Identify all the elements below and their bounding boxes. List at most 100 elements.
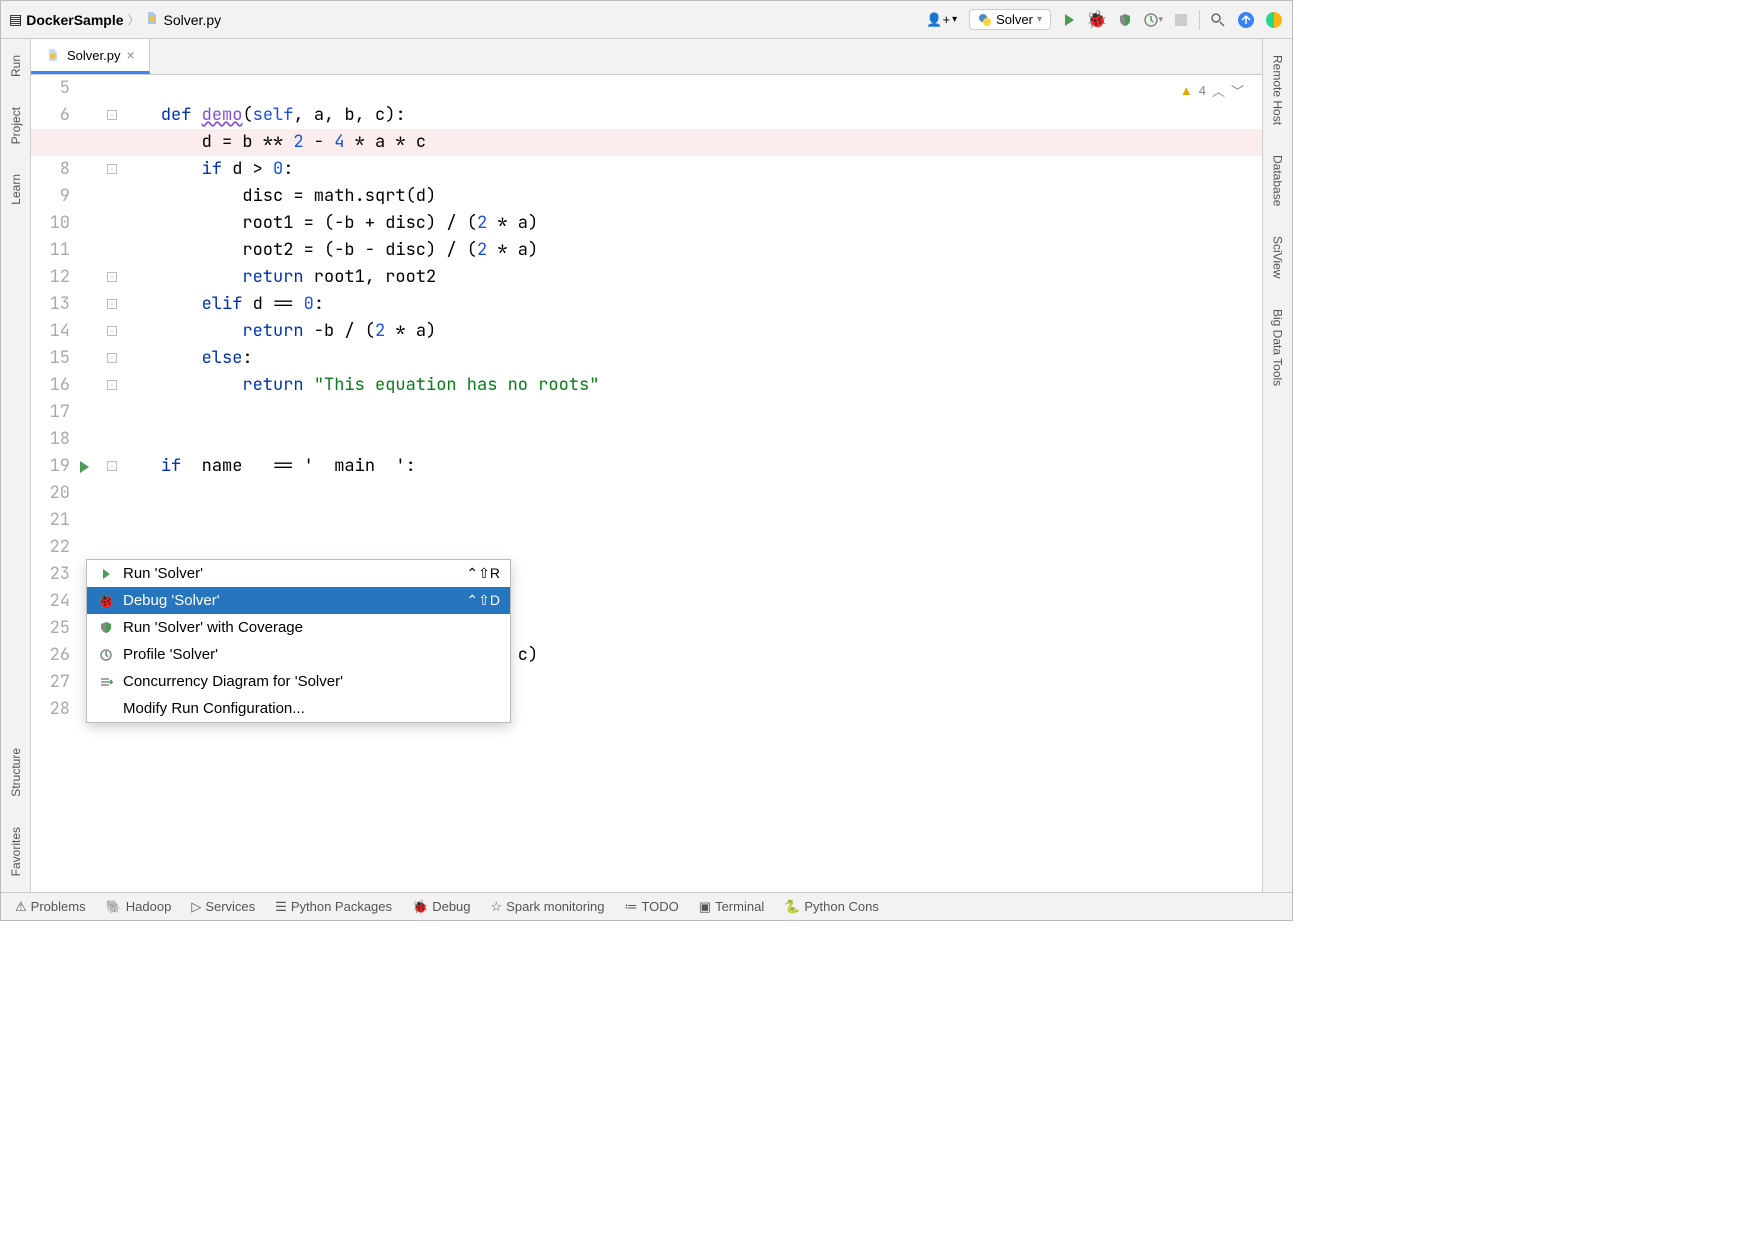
tool-run[interactable]: Run: [9, 51, 23, 81]
fold-marker-icon[interactable]: [107, 326, 117, 336]
menu-item-label: Run 'Solver' with Coverage: [123, 619, 500, 636]
bug-icon: 🐞: [1086, 10, 1107, 30]
code-line[interactable]: disc = math.sqrt(d): [120, 183, 1262, 210]
editor-area: Solver.py × ▲4 ︿ ﹀ 567891011121314151617…: [31, 39, 1262, 892]
breadcrumb[interactable]: ▤ DockerSample 〉 Solver.py: [9, 10, 221, 29]
editor-tab-solver[interactable]: Solver.py ×: [31, 39, 150, 74]
gutter-line-numbers[interactable]: 5678910111213141516171819202122232425262…: [31, 75, 76, 892]
fold-marker-icon[interactable]: [107, 110, 117, 120]
code-line[interactable]: [120, 75, 1262, 102]
tool-services[interactable]: ▷Services: [191, 899, 255, 915]
code-line[interactable]: return root1, root2: [120, 264, 1262, 291]
fold-marker-icon[interactable]: [107, 164, 117, 174]
code-line[interactable]: return "This equation has no roots": [120, 372, 1262, 399]
code-line[interactable]: [120, 426, 1262, 453]
code-line[interactable]: return -b / (2 * a): [120, 318, 1262, 345]
menu-item-label: Profile 'Solver': [123, 646, 500, 663]
bottom-tool-stripe: ⚠Problems 🐘Hadoop ▷Services ☰Python Pack…: [1, 892, 1292, 920]
run-gutter-icon[interactable]: [80, 461, 89, 473]
code-line[interactable]: [120, 507, 1262, 534]
tool-spark[interactable]: ☆Spark monitoring: [491, 899, 605, 915]
code-line[interactable]: if name == ' main ':: [120, 453, 1262, 480]
tool-python-console[interactable]: 🐍Python Cons: [784, 899, 879, 915]
run-config-label: Solver: [996, 12, 1033, 27]
update-button[interactable]: [1236, 10, 1256, 30]
debug-icon: 🐞: [97, 592, 115, 610]
coverage-icon: [1117, 12, 1133, 28]
run-button[interactable]: [1059, 10, 1079, 30]
run-configuration-selector[interactable]: Solver ▾: [969, 9, 1051, 30]
tool-database[interactable]: Database: [1271, 151, 1285, 210]
code-editor[interactable]: ▲4 ︿ ﹀ 567891011121314151617181920212223…: [31, 75, 1262, 892]
stop-button[interactable]: [1171, 10, 1191, 30]
warning-count: 4: [1199, 83, 1206, 98]
tool-python-packages[interactable]: ☰Python Packages: [275, 899, 392, 915]
menu-item[interactable]: Run 'Solver' with Coverage: [87, 614, 510, 641]
code-line[interactable]: if d > 0:: [120, 156, 1262, 183]
fold-marker-icon[interactable]: [107, 272, 117, 282]
fold-marker-icon[interactable]: [107, 353, 117, 363]
context-menu: Run 'Solver'⌃⇧R🐞Debug 'Solver'⌃⇧DRun 'So…: [86, 559, 511, 723]
tool-remote-host[interactable]: Remote Host: [1271, 51, 1285, 129]
gutter-icons[interactable]: [76, 75, 106, 892]
packages-icon: ☰: [275, 899, 287, 915]
close-icon[interactable]: ×: [126, 47, 134, 63]
navigation-bar: ▤ DockerSample 〉 Solver.py 👤+▾ Solver ▾ …: [1, 1, 1292, 39]
code-line[interactable]: d = b ** 2 - 4 * a * c: [120, 129, 1262, 156]
tool-sciview[interactable]: SciView: [1271, 232, 1285, 282]
code-line[interactable]: [120, 480, 1262, 507]
ide-services-button[interactable]: [1264, 10, 1284, 30]
search-everywhere-button[interactable]: [1208, 10, 1228, 30]
folder-icon: ▤: [9, 11, 22, 28]
prev-highlight-icon[interactable]: ︿: [1212, 81, 1225, 100]
tool-structure[interactable]: Structure: [9, 744, 23, 801]
python-file-icon: [45, 47, 61, 63]
tool-debug[interactable]: 🐞Debug: [412, 899, 471, 915]
breadcrumb-project[interactable]: DockerSample: [26, 12, 123, 28]
code-line[interactable]: elif d == 0:: [120, 291, 1262, 318]
play-circle-icon: [1265, 11, 1283, 29]
next-highlight-icon[interactable]: ﹀: [1231, 81, 1244, 100]
code-line[interactable]: def demo(self, a, b, c):: [120, 102, 1262, 129]
menu-item-label: Debug 'Solver': [123, 592, 458, 609]
fold-marker-icon[interactable]: [107, 461, 117, 471]
fold-marker-icon[interactable]: [107, 380, 117, 390]
python-icon: 🐍: [784, 899, 800, 915]
concurrency-icon: [97, 673, 115, 691]
menu-item[interactable]: Concurrency Diagram for 'Solver': [87, 668, 510, 695]
debug-button[interactable]: 🐞: [1087, 10, 1107, 30]
code-line[interactable]: root1 = (-b + disc) / (2 * a): [120, 210, 1262, 237]
chevron-down-icon: ▾: [1158, 14, 1163, 25]
tool-todo[interactable]: ≔TODO: [624, 899, 678, 915]
coverage-button[interactable]: [1115, 10, 1135, 30]
fold-marker-icon[interactable]: [107, 299, 117, 309]
profile-button[interactable]: ▾: [1143, 10, 1163, 30]
fold-column[interactable]: [106, 75, 120, 892]
tool-project[interactable]: Project: [9, 103, 23, 148]
run-icon: [97, 565, 115, 583]
tool-problems[interactable]: ⚠Problems: [15, 899, 86, 915]
coverage-icon: [97, 619, 115, 637]
chevron-down-icon: ▾: [1037, 14, 1042, 25]
tool-hadoop[interactable]: 🐘Hadoop: [106, 899, 172, 915]
user-dropdown[interactable]: 👤+▾: [922, 10, 961, 30]
profile-icon: [97, 646, 115, 664]
code-line[interactable]: [120, 534, 1262, 561]
menu-item[interactable]: Run 'Solver'⌃⇧R: [87, 560, 510, 587]
tool-favorites[interactable]: Favorites: [9, 823, 23, 880]
tool-terminal[interactable]: ▣Terminal: [699, 899, 764, 915]
menu-item[interactable]: Modify Run Configuration...: [87, 695, 510, 722]
python-icon: [978, 13, 992, 27]
code-line[interactable]: [120, 399, 1262, 426]
code-line[interactable]: root2 = (-b - disc) / (2 * a): [120, 237, 1262, 264]
menu-item[interactable]: 🐞Debug 'Solver'⌃⇧D: [87, 587, 510, 614]
inspection-widget[interactable]: ▲4 ︿ ﹀: [1180, 81, 1244, 100]
warning-icon: ⚠: [15, 899, 27, 915]
stop-icon: [1175, 14, 1187, 26]
code-line[interactable]: else:: [120, 345, 1262, 372]
tool-bigdata[interactable]: Big Data Tools: [1271, 305, 1285, 390]
menu-item[interactable]: Profile 'Solver': [87, 641, 510, 668]
code-content[interactable]: def demo(self, a, b, c): d = b ** 2 - 4 …: [120, 75, 1262, 892]
breadcrumb-file[interactable]: Solver.py: [164, 12, 222, 28]
tool-learn[interactable]: Learn: [9, 170, 23, 209]
